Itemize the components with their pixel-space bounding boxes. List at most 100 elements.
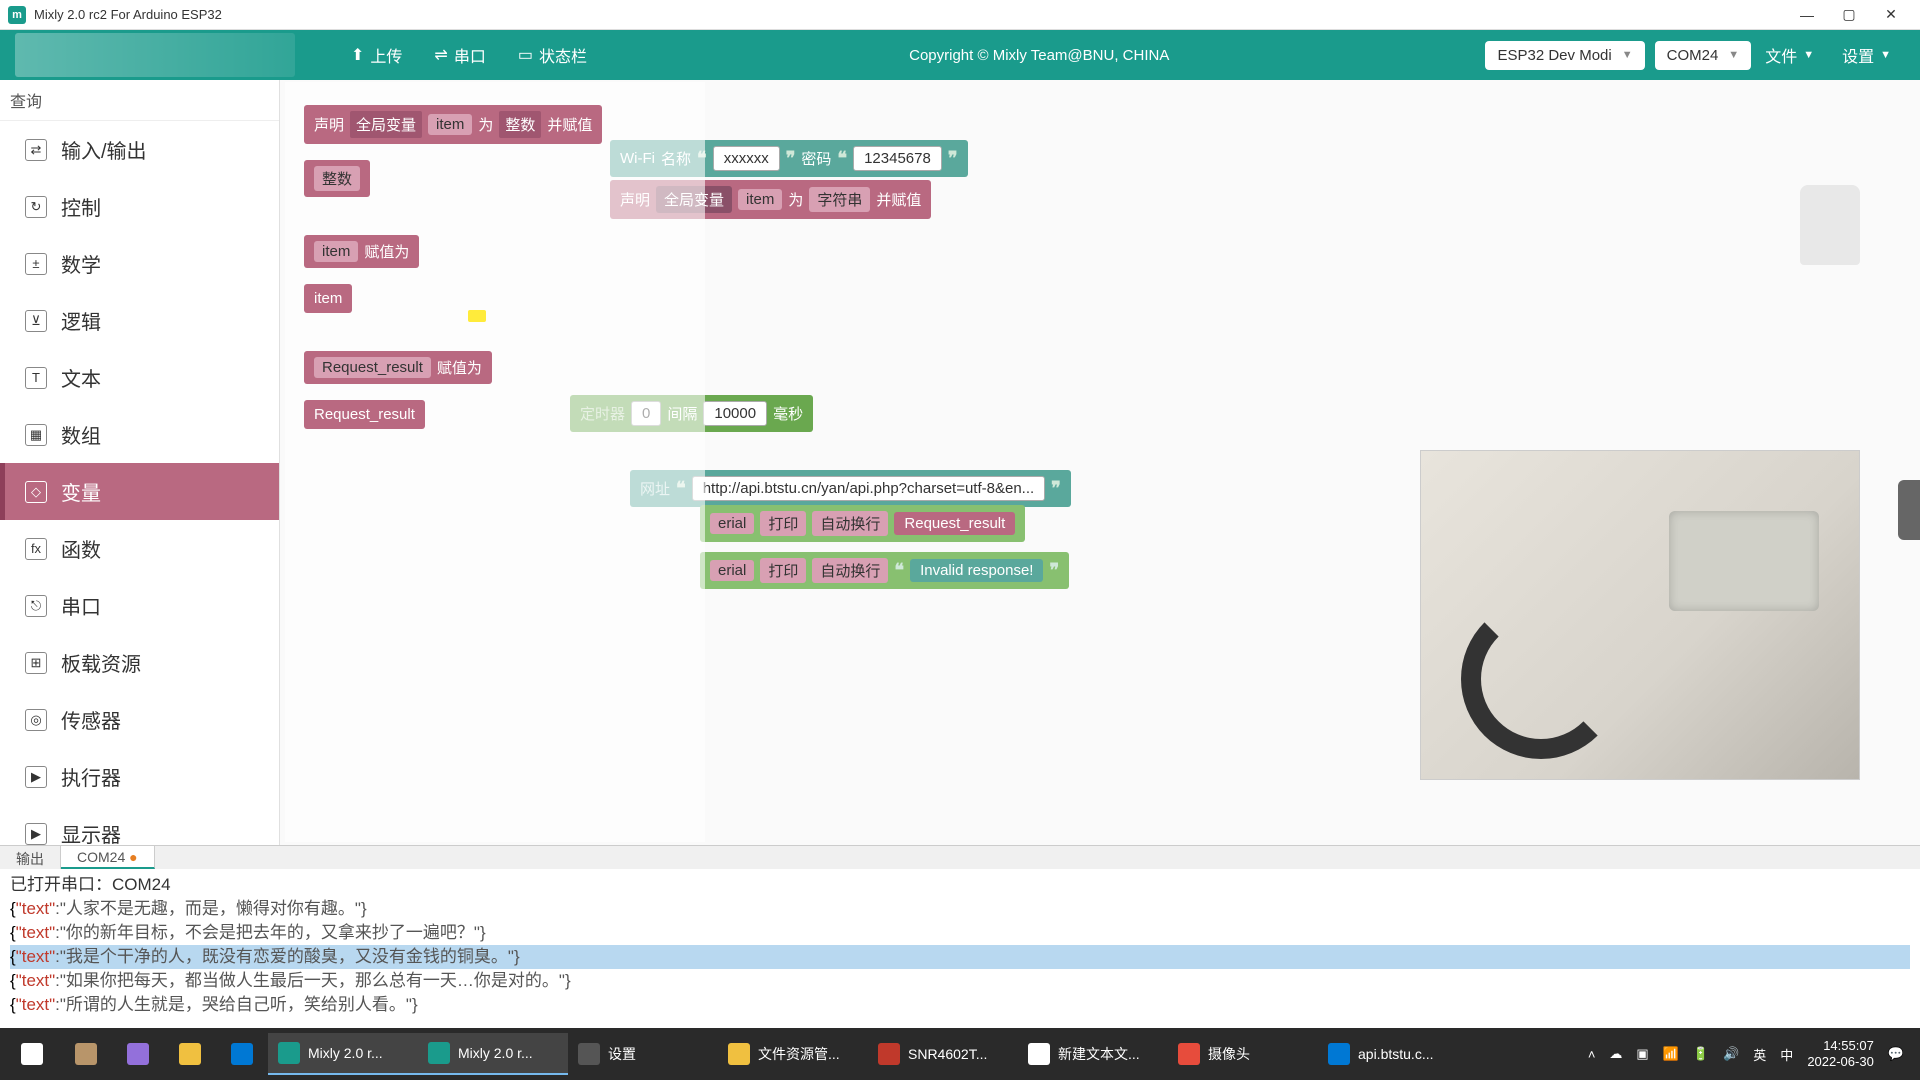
volume-icon[interactable]: 🔊 bbox=[1723, 1046, 1739, 1062]
start-button[interactable] bbox=[6, 1033, 58, 1075]
close-button[interactable]: ✕ bbox=[1870, 0, 1912, 30]
request-result-get-block[interactable]: Request_result bbox=[304, 400, 425, 429]
mixly-logo bbox=[15, 33, 295, 77]
taskbar-item[interactable]: api.btstu.c... bbox=[1318, 1033, 1468, 1075]
serial-print-block-2[interactable]: erial 打印 自动换行 ❝ Invalid response! ❞ bbox=[700, 552, 1069, 589]
taskbar-item[interactable] bbox=[216, 1033, 268, 1075]
wifi-password-field[interactable]: 12345678 bbox=[853, 146, 942, 171]
onedrive-icon[interactable]: ☁ bbox=[1609, 1046, 1622, 1062]
statusbar-button[interactable]: ▭状态栏 bbox=[502, 37, 603, 73]
serial-button[interactable]: ⇌串口 bbox=[418, 37, 501, 73]
serial-print-block-1[interactable]: erial 打印 自动换行 Request_result bbox=[700, 505, 1025, 542]
app-icon bbox=[578, 1043, 600, 1065]
category-输入/输出[interactable]: ⇄输入/输出 bbox=[0, 121, 279, 178]
taskbar-clock[interactable]: 14:55:07 2022-06-30 bbox=[1807, 1038, 1874, 1070]
taskbar-item[interactable]: SNR4602T... bbox=[868, 1033, 1018, 1075]
app-icon bbox=[127, 1043, 149, 1065]
minimize-button[interactable]: — bbox=[1786, 0, 1828, 30]
battery-icon[interactable]: 🔋 bbox=[1693, 1046, 1709, 1062]
category-数组[interactable]: ▦数组 bbox=[0, 406, 279, 463]
category-icon: ▦ bbox=[25, 424, 47, 446]
windows-taskbar: Mixly 2.0 r... Mixly 2.0 r... 设置 文件资源管...SN… bbox=[0, 1028, 1920, 1080]
taskbar-item[interactable]: 设置 bbox=[568, 1033, 718, 1075]
taskbar-item[interactable] bbox=[60, 1033, 112, 1075]
category-icon: ▶ bbox=[25, 766, 47, 788]
category-串口[interactable]: ⎋串口 bbox=[0, 577, 279, 634]
serial-console[interactable]: 已打开串口：COM24 {"text":"人家不是无趣，而是，懒得对你有趣。"}… bbox=[0, 869, 1920, 1019]
app-icon bbox=[878, 1043, 900, 1065]
taskbar-item[interactable]: Mixly 2.0 r... bbox=[268, 1033, 418, 1075]
taskbar-item[interactable]: 新建文本文... bbox=[1018, 1033, 1168, 1075]
com-port-tab[interactable]: COM24 ● bbox=[61, 846, 155, 869]
request-result-var[interactable]: Request_result bbox=[894, 512, 1015, 535]
item-get-block[interactable]: item bbox=[304, 284, 352, 313]
category-显示器[interactable]: ▶显示器 bbox=[0, 805, 279, 845]
app-icon bbox=[278, 1042, 300, 1064]
taskbar-item[interactable]: Mixly 2.0 r... bbox=[418, 1033, 568, 1075]
wifi-name-field[interactable]: xxxxxx bbox=[713, 146, 780, 171]
category-icon: ⇄ bbox=[25, 139, 47, 161]
category-icon: ⎋ bbox=[25, 595, 47, 617]
taskbar-item-label: Mixly 2.0 r... bbox=[458, 1045, 533, 1061]
category-icon: T bbox=[25, 367, 47, 389]
maximize-button[interactable]: ▢ bbox=[1828, 0, 1870, 30]
console-line[interactable]: {"text":"我是个干净的人，既没有恋爱的酸臭，又没有金钱的铜臭。"} bbox=[10, 945, 1910, 969]
category-icon: ↻ bbox=[25, 196, 47, 218]
invalid-response-text[interactable]: Invalid response! bbox=[910, 559, 1043, 582]
copyright-text: Copyright © Mixly Team@BNU, CHINA bbox=[603, 47, 1476, 64]
category-传感器[interactable]: ◎传感器 bbox=[0, 691, 279, 748]
app-icon bbox=[179, 1043, 201, 1065]
taskbar-item-label: 新建文本文... bbox=[1058, 1044, 1140, 1064]
category-板载资源[interactable]: ⊞板载资源 bbox=[0, 634, 279, 691]
taskbar-item[interactable]: 文件资源管... bbox=[718, 1033, 868, 1075]
wifi-icon[interactable]: 📶 bbox=[1663, 1046, 1679, 1062]
request-result-set-block[interactable]: Request_result 赋值为 bbox=[304, 351, 492, 384]
console-line[interactable]: {"text":"如果你把每天，都当做人生最后一天，那么总有一天…你是对的。"} bbox=[10, 969, 1910, 993]
category-执行器[interactable]: ▶ 执行器 bbox=[0, 748, 279, 805]
console-line[interactable]: {"text":"所谓的人生就是，哭给自己听，笑给别人看。"} bbox=[10, 993, 1910, 1017]
notifications-icon[interactable]: 💬 bbox=[1888, 1046, 1904, 1062]
taskbar-item[interactable]: 摄像头 bbox=[1168, 1033, 1318, 1075]
search-input[interactable]: 查询 bbox=[0, 80, 279, 121]
output-tab[interactable]: 输出 bbox=[0, 846, 61, 869]
item-set-block[interactable]: item 赋值为 bbox=[304, 235, 419, 268]
category-逻辑[interactable]: ⊻逻辑 bbox=[0, 292, 279, 349]
file-menu[interactable]: 文件▼ bbox=[1751, 37, 1828, 73]
taskbar-item-label: 设置 bbox=[608, 1044, 636, 1064]
console-line[interactable]: {"text":"你的新年目标，不会是把去年的，又拿来抄了一遍吧？"} bbox=[10, 921, 1910, 945]
category-label: 逻辑 bbox=[61, 306, 101, 335]
category-文本[interactable]: T文本 bbox=[0, 349, 279, 406]
category-控制[interactable]: ↻控制 bbox=[0, 178, 279, 235]
taskbar-item[interactable] bbox=[112, 1033, 164, 1075]
app-icon bbox=[428, 1042, 450, 1064]
ime-mode[interactable]: 中 bbox=[1780, 1045, 1793, 1064]
category-label: 执行器 bbox=[61, 762, 121, 791]
upload-button[interactable]: ⬆上传 bbox=[335, 37, 418, 73]
console-line[interactable]: {"text":"人家不是无趣，而是，懒得对你有趣。"} bbox=[10, 897, 1910, 921]
tray-up-icon[interactable]: ˄ bbox=[1588, 1047, 1596, 1062]
app-icon bbox=[1028, 1043, 1050, 1065]
http-url-field[interactable]: http://api.btstu.cn/yan/api.php?charset=… bbox=[692, 476, 1045, 501]
category-icon: ⊞ bbox=[25, 652, 47, 674]
port-selector[interactable]: COM24▼ bbox=[1655, 41, 1752, 70]
security-icon[interactable]: ▣ bbox=[1636, 1046, 1648, 1062]
trash-icon[interactable] bbox=[1800, 185, 1860, 265]
category-label: 函数 bbox=[61, 534, 101, 563]
category-icon: ± bbox=[25, 253, 47, 275]
board-selector[interactable]: ESP32 Dev Modi▼ bbox=[1485, 41, 1644, 70]
upload-icon: ⬆ bbox=[351, 45, 364, 65]
taskbar-item-label: 摄像头 bbox=[1208, 1044, 1250, 1064]
category-数学[interactable]: ± 数学 bbox=[0, 235, 279, 292]
int-type-block[interactable]: 整数 bbox=[304, 160, 370, 197]
expand-panel-tab[interactable] bbox=[1898, 480, 1920, 540]
ime-lang[interactable]: 英 bbox=[1753, 1045, 1766, 1064]
system-tray[interactable]: ˄ ☁ ▣ 📶 🔋 🔊 英 中 14:55:07 2022-06-30 💬 bbox=[1588, 1038, 1914, 1070]
declare-int-block[interactable]: 声明 全局变量 item 为 整数 并赋值 bbox=[304, 105, 602, 144]
category-label: 数学 bbox=[61, 249, 101, 278]
category-变量[interactable]: ◇变量 bbox=[0, 463, 279, 520]
settings-menu[interactable]: 设置▼ bbox=[1828, 37, 1905, 73]
chevron-down-icon: ▼ bbox=[1728, 49, 1739, 61]
category-函数[interactable]: fx函数 bbox=[0, 520, 279, 577]
timer-interval-field[interactable]: 10000 bbox=[703, 401, 767, 426]
taskbar-item[interactable] bbox=[164, 1033, 216, 1075]
